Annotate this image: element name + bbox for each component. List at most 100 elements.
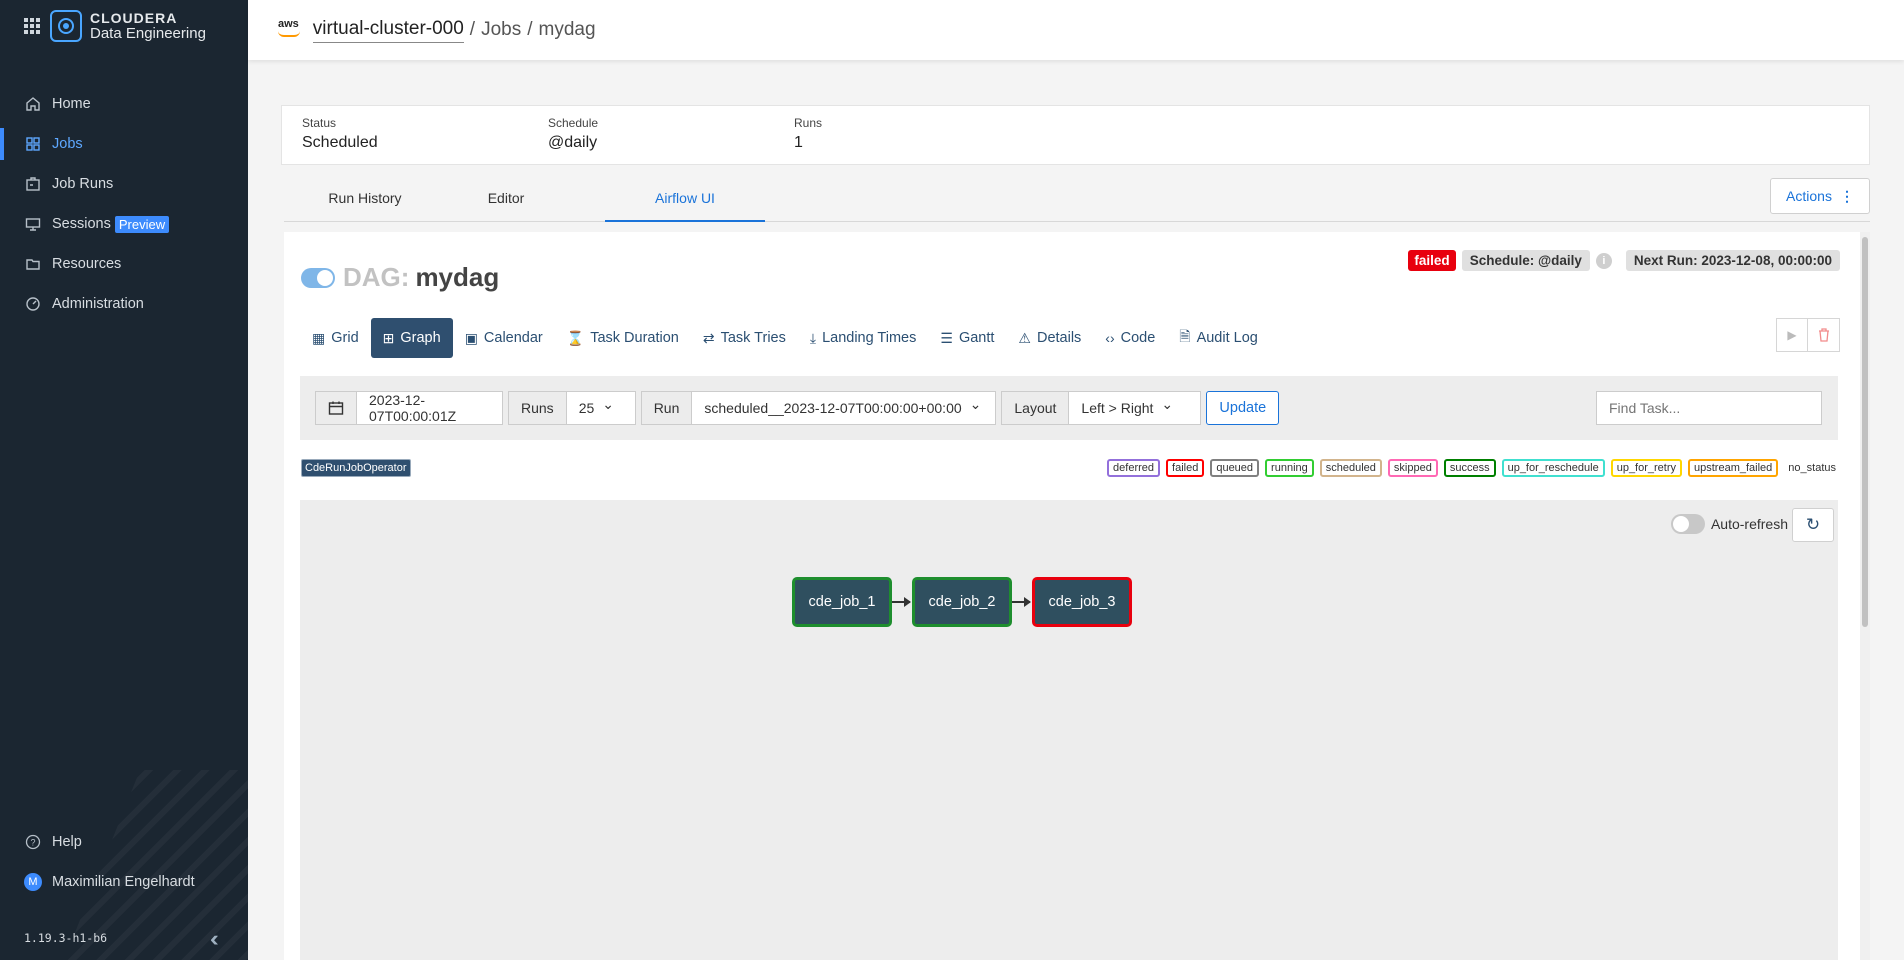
run-select-value: scheduled__2023-12-07T00:00:00+00:00 (704, 400, 962, 416)
dag-pause-toggle[interactable] (301, 267, 335, 288)
sidebar-item-label: Administration (52, 296, 144, 312)
run-select[interactable]: scheduled__2023-12-07T00:00:00+00:00 (692, 391, 997, 425)
collapse-sidebar-icon[interactable]: ‹‹ (210, 926, 218, 952)
operator-legend: CdeRunJobOperator (301, 459, 411, 477)
view-task-tries[interactable]: ⇄ Task Tries (691, 318, 798, 358)
user-menu[interactable]: M Maximilian Engelhardt (0, 862, 248, 902)
find-task-input[interactable] (1596, 391, 1822, 425)
view-grid[interactable]: ▦ Grid (300, 318, 371, 358)
sidebar-item-label: Resources (52, 256, 122, 272)
sidebar-item-sessions[interactable]: Sessions Preview (0, 204, 248, 244)
legend-up-for-retry[interactable]: up_for_retry (1610, 459, 1683, 477)
runs-select-value: 25 (578, 400, 595, 416)
grid-icon: ▦ (312, 329, 326, 346)
trigger-dag-play-icon[interactable]: ▶ (1776, 318, 1808, 352)
legend-upstream-failed[interactable]: upstream_failed (1688, 459, 1779, 477)
delete-dag-trash-icon[interactable] (1808, 318, 1840, 352)
auto-refresh[interactable]: Auto-refresh (1670, 514, 1788, 534)
job-tabs: Run History Editor Airflow UI Actions ⋮ (284, 178, 1870, 222)
legend-skipped[interactable]: skipped (1387, 459, 1438, 477)
view-label: Landing Times (822, 330, 917, 346)
legend-queued[interactable]: queued (1210, 459, 1260, 477)
version-label: 1.19.3-h1-b6 (24, 931, 108, 945)
task-node-cde-job-3[interactable]: cde_job_3 (1032, 577, 1132, 627)
job-runs-icon (24, 175, 42, 193)
breadcrumb-separator: / (527, 19, 533, 40)
file-search-icon: 🗎 (1179, 328, 1191, 344)
sidebar-item-home[interactable]: Home (0, 84, 248, 124)
base-date-input[interactable]: 2023-12-07T00:00:01Z (357, 391, 503, 425)
task-node-cde-job-2[interactable]: cde_job_2 (912, 577, 1012, 627)
view-code[interactable]: ‹› Code (1093, 318, 1167, 358)
info-icon[interactable]: i (1595, 252, 1612, 269)
brand-product: Data Engineering (90, 24, 206, 42)
tab-airflow-ui[interactable]: Airflow UI (605, 178, 765, 222)
sidebar-item-job-runs[interactable]: Job Runs (0, 164, 248, 204)
sidebar-item-label: Job Runs (52, 176, 114, 192)
breadcrumb-cluster[interactable]: virtual-cluster-000 (312, 18, 464, 43)
sidebar-header: CLOUDERA Data Engineering (24, 10, 206, 42)
breadcrumb-jobs[interactable]: Jobs (481, 19, 521, 41)
view-audit-log[interactable]: 🗎 Audit Log (1167, 318, 1270, 358)
next-run-badge: Next Run: 2023-12-08, 00:00:00 (1625, 250, 1840, 271)
legend-deferred[interactable]: deferred (1107, 459, 1161, 477)
legend-success[interactable]: success (1443, 459, 1496, 477)
panel-scrollbar[interactable] (1860, 232, 1870, 960)
view-calendar[interactable]: ▣ Calendar (453, 318, 555, 358)
dag-title: DAG: mydag (301, 262, 499, 293)
graph-edge (1012, 597, 1031, 607)
landing-plane-icon: ⤓ (809, 329, 817, 346)
gauge-icon (24, 295, 42, 313)
sidebar-nav: Home Jobs Job Runs Sessions Preview Reso… (0, 84, 248, 324)
view-label: Task Duration (590, 330, 679, 346)
sidebar-item-administration[interactable]: Administration (0, 284, 248, 324)
sidebar-item-help[interactable]: ? Help (0, 822, 248, 862)
view-graph[interactable]: ⊞ Graph (370, 318, 453, 358)
dag-name: mydag (415, 262, 500, 292)
schedule-field: Schedule @daily (548, 116, 598, 152)
auto-refresh-toggle[interactable] (1670, 514, 1705, 534)
task-node-cde-job-1[interactable]: cde_job_1 (792, 577, 892, 627)
status-label: Status (302, 116, 337, 130)
sidebar-item-resources[interactable]: Resources (0, 244, 248, 284)
view-label: Details (1036, 330, 1082, 346)
runs-select[interactable]: 25 (566, 391, 636, 425)
legend-no-status[interactable]: no_status (1784, 461, 1840, 475)
sidebar-item-label: Home (52, 96, 91, 112)
view-gantt[interactable]: ☰ Gantt (928, 318, 1006, 358)
runs-label: Runs (508, 391, 567, 425)
legend-failed[interactable]: failed (1166, 459, 1205, 477)
dag-prefix: DAG: (343, 262, 410, 292)
sidebar-item-jobs[interactable]: Jobs (0, 124, 248, 164)
sidebar: CLOUDERA Data Engineering Home Jobs Job … (0, 0, 248, 960)
layout-group: Layout Left > Right (1001, 391, 1202, 425)
layout-select-value: Left > Right (1081, 400, 1154, 416)
legend-up-for-reschedule[interactable]: up_for_reschedule (1501, 459, 1605, 477)
view-landing-times[interactable]: ⤓ Landing Times (798, 318, 929, 358)
hourglass-icon: ⌛ (566, 329, 585, 346)
runs-value: 1 (794, 134, 803, 151)
tab-editor[interactable]: Editor (446, 178, 566, 222)
graph-edge (892, 597, 911, 607)
actions-button[interactable]: Actions ⋮ (1770, 178, 1870, 214)
refresh-icon[interactable]: ↻ (1792, 508, 1834, 542)
view-details[interactable]: ⚠ Details (1006, 318, 1093, 358)
view-label: Calendar (483, 330, 543, 346)
calendar-picker-icon[interactable] (315, 391, 357, 425)
app-launcher-icon[interactable] (24, 18, 40, 34)
sidebar-item-label: Help (52, 834, 82, 850)
layout-select[interactable]: Left > Right (1069, 391, 1202, 425)
update-button[interactable]: Update (1206, 391, 1280, 425)
dag-graph-canvas[interactable]: Auto-refresh ↻ cde_job_1 cde_job_2 cde_j… (300, 500, 1838, 960)
legend-scheduled[interactable]: scheduled (1319, 459, 1382, 477)
schedule-label: Schedule (548, 116, 599, 130)
run-label: Run (640, 391, 693, 425)
view-task-duration[interactable]: ⌛ Task Duration (555, 318, 691, 358)
breadcrumb-separator: / (469, 19, 476, 40)
aws-logo-icon: aws (278, 18, 300, 37)
runs-group: Runs 25 (508, 391, 636, 425)
breadcrumb-job: mydag (538, 19, 596, 40)
tab-run-history[interactable]: Run History (284, 178, 446, 222)
legend-running[interactable]: running (1265, 459, 1314, 477)
view-label: Task Tries (720, 330, 786, 346)
